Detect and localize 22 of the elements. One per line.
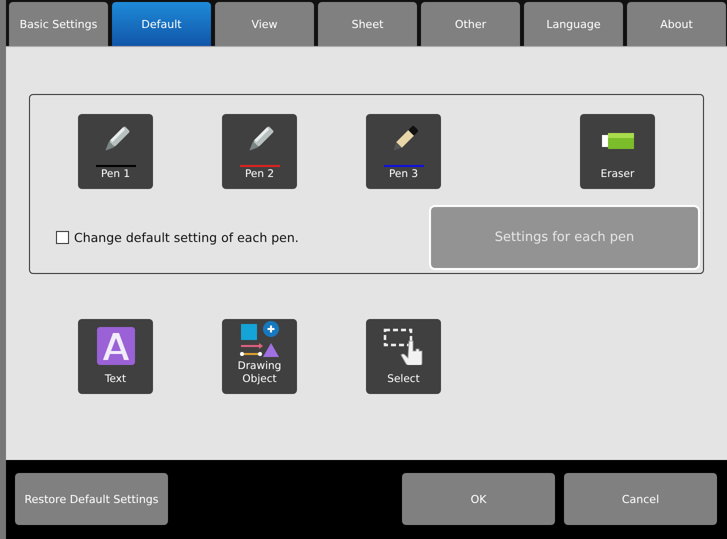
tab[interactable]: Sheet <box>318 2 417 46</box>
tab[interactable]: Language <box>524 2 623 46</box>
tab[interactable]: View <box>215 2 314 46</box>
tool-button[interactable]: Pen 3 <box>366 114 441 189</box>
tab[interactable]: Default <box>112 2 211 46</box>
tab[interactable]: About <box>627 2 726 46</box>
letter-a-icon <box>96 327 134 365</box>
tool-button[interactable]: Drawing Object <box>222 319 297 394</box>
tool-button[interactable]: Pen 2 <box>222 114 297 189</box>
dialog-button[interactable]: OK <box>402 473 555 525</box>
tab[interactable]: Other <box>421 2 520 46</box>
dialog-button[interactable]: Cancel <box>564 473 717 525</box>
eraser-icon <box>602 131 634 151</box>
tool-button[interactable]: Text <box>78 319 153 394</box>
tab[interactable]: Basic Settings <box>9 2 108 46</box>
checkbox-square[interactable] <box>56 231 69 244</box>
shapes-icon <box>238 320 280 358</box>
tool-button[interactable]: Select <box>366 319 441 394</box>
hand-select-icon <box>382 327 424 365</box>
tool-button[interactable]: Pen 1 <box>78 114 153 189</box>
restore-button[interactable]: Restore Default Settings <box>15 473 168 525</box>
tool-button[interactable]: Eraser <box>580 114 655 189</box>
